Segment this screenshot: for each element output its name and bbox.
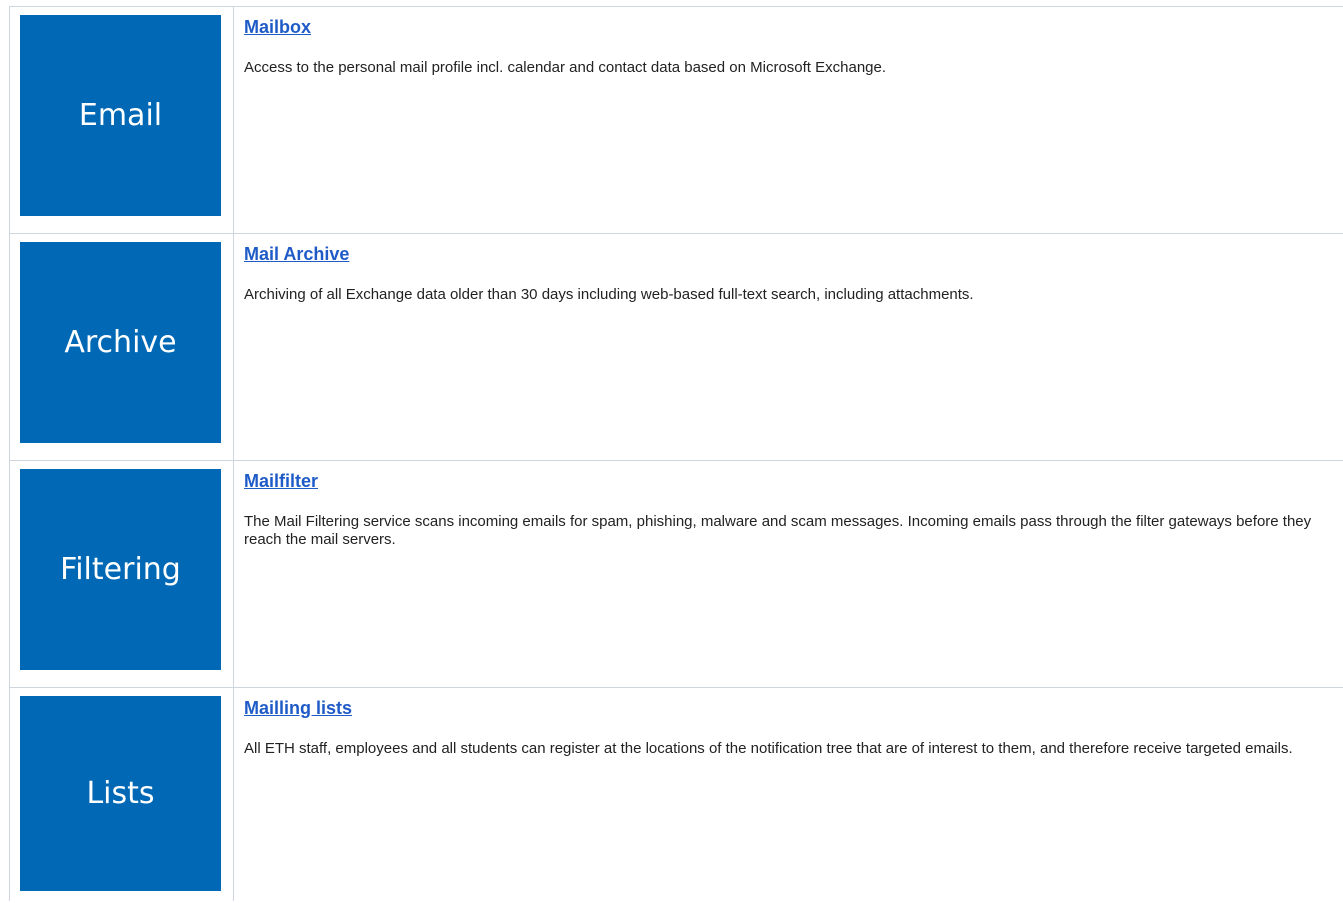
mailbox-link[interactable]: Mailbox <box>244 16 311 38</box>
mailfilter-link[interactable]: Mailfilter <box>244 470 318 492</box>
tile-label: Email <box>78 98 163 133</box>
content-cell: Mailbox Access to the personal mail prof… <box>233 6 1343 234</box>
content-cell: Mail Archive Archiving of all Exchange d… <box>233 233 1343 461</box>
service-row-mail-archive: Archive Mail Archive Archiving of all Ex… <box>9 233 1343 461</box>
tile-cell: Email <box>9 6 234 234</box>
mail-archive-link[interactable]: Mail Archive <box>244 243 349 265</box>
tile-cell: Archive <box>9 233 234 461</box>
service-row-mailfilter: Filtering Mailfilter The Mail Filtering … <box>9 460 1343 688</box>
service-description: Archiving of all Exchange data older tha… <box>244 286 974 303</box>
lists-tile[interactable]: Lists <box>20 696 221 891</box>
content-cell: Mailfilter The Mail Filtering service sc… <box>233 460 1343 688</box>
services-table: Email Mailbox Access to the personal mai… <box>9 6 1343 901</box>
service-row-mailing-lists: Lists Mailling lists All ETH staff, empl… <box>9 687 1343 901</box>
tile-label: Archive <box>64 325 177 360</box>
tile-cell: Lists <box>9 687 234 901</box>
service-description: All ETH staff, employees and all student… <box>244 740 1293 757</box>
service-row-mailbox: Email Mailbox Access to the personal mai… <box>9 6 1343 234</box>
tile-label: Filtering <box>60 552 181 587</box>
service-description: Access to the personal mail profile incl… <box>244 59 887 76</box>
archive-tile[interactable]: Archive <box>20 242 221 443</box>
tile-cell: Filtering <box>9 460 234 688</box>
filtering-tile[interactable]: Filtering <box>20 469 221 670</box>
tile-label: Lists <box>86 776 155 811</box>
mailing-lists-link[interactable]: Mailling lists <box>244 697 352 719</box>
content-cell: Mailling lists All ETH staff, employees … <box>233 687 1343 901</box>
email-tile[interactable]: Email <box>20 15 221 216</box>
service-description: The Mail Filtering service scans incomin… <box>244 513 1312 548</box>
